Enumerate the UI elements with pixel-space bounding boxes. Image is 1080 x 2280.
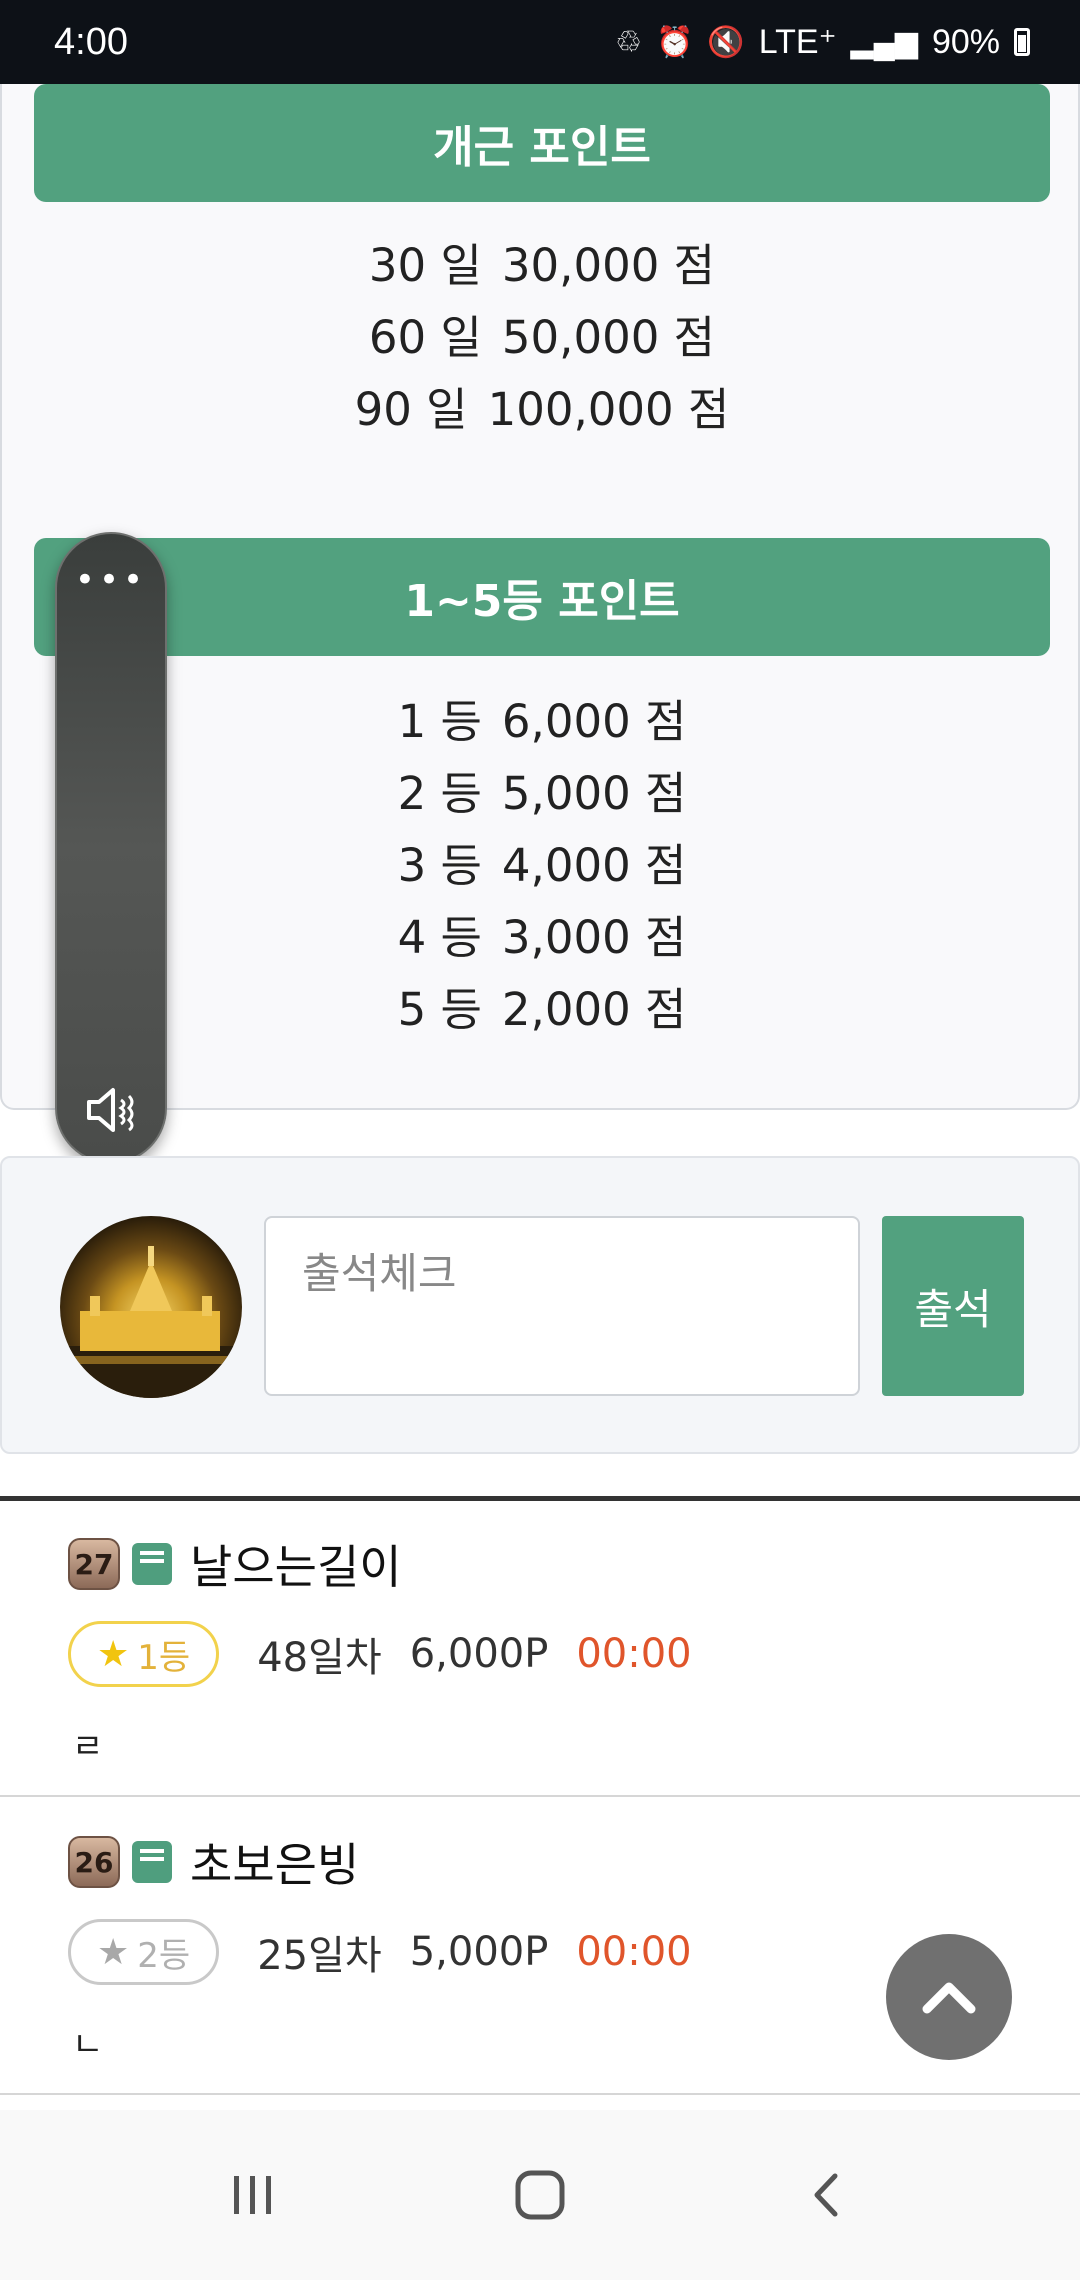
attendance-points-header: 개근 포인트 (34, 84, 1050, 202)
status-bar: 4:00 ♲ ⏰ 🔇 LTE⁺ ▂▄▆ 90% (0, 0, 1080, 84)
rank-label: 1등 (137, 1637, 191, 1678)
back-icon (814, 2173, 838, 2217)
rank-points-header: 1~5등 포인트 (34, 538, 1050, 656)
entry-username[interactable]: 초보은빙 (190, 1829, 359, 1895)
volume-panel[interactable]: ••• (55, 532, 167, 1164)
mute-status-icon: 🔇 (707, 25, 745, 59)
rank-badge: ★ 1등 (68, 1621, 220, 1687)
home-icon (515, 2170, 565, 2220)
star-icon: ★ (97, 1931, 130, 1973)
status-icons: ♲ ⏰ 🔇 LTE⁺ ▂▄▆ 90% (615, 22, 1030, 62)
signal-icon: ▂▄▆ (850, 25, 918, 59)
attendance-points-row: 60 일 50,000 점 (368, 311, 716, 364)
network-label: LTE⁺ (758, 23, 837, 61)
book-icon (132, 1543, 172, 1585)
entry-time: 00:00 (576, 1929, 692, 1975)
rank-badge: ★ 2등 (68, 1919, 220, 1985)
earned-points: 6,000P (409, 1631, 549, 1677)
system-nav-bar (0, 2110, 1080, 2280)
attendance-form: 출석체크 출석 (0, 1156, 1080, 1454)
avatar (60, 1216, 242, 1398)
star-icon: ★ (97, 1633, 130, 1675)
more-options-icon[interactable]: ••• (57, 563, 165, 597)
chevron-up-icon (922, 1982, 976, 2014)
entry-header: 26 초보은빙 (68, 1829, 359, 1895)
scroll-to-top-button[interactable] (886, 1934, 1012, 2060)
book-icon (132, 1841, 172, 1883)
entry-username[interactable]: 날으는길이 (190, 1531, 402, 1597)
earned-points: 5,000P (409, 1929, 549, 1975)
attendance-days: 48일차 (257, 1635, 382, 1681)
level-badge: 27 (68, 1538, 120, 1590)
attendance-points-row: 90 일 100,000 점 (354, 383, 730, 436)
attendance-points-row: 30 일 30,000 점 (368, 239, 716, 292)
battery-icon (1014, 28, 1030, 56)
recent-apps-button[interactable] (208, 2150, 298, 2240)
back-button[interactable] (782, 2150, 872, 2240)
list-item[interactable]: 27 날으는길이 ★ 1등 48일차 6,000P 00:00 ㄹ (0, 1501, 1080, 1797)
entry-time: 00:00 (576, 1631, 692, 1677)
status-time: 4:00 (54, 20, 128, 63)
recycle-icon: ♲ (615, 25, 643, 59)
attendance-input[interactable]: 출석체크 (264, 1216, 860, 1396)
entry-meta: ★ 1등 48일차 6,000P 00:00 (68, 1621, 692, 1687)
attendance-days: 25일차 (257, 1933, 382, 1979)
attendance-points-list: 30 일 30,000 점 60 일 50,000 점 90 일 100,000 점 (2, 230, 1080, 446)
battery-percent: 90% (931, 22, 1000, 61)
entry-comment: ㄴ (72, 2025, 104, 2065)
recent-apps-icon (234, 2176, 272, 2214)
entry-meta: ★ 2등 25일차 5,000P 00:00 (68, 1919, 692, 1985)
home-button[interactable] (495, 2150, 585, 2240)
entry-comment: ㄹ (72, 1727, 104, 1767)
attendance-submit-button[interactable]: 출석 (882, 1216, 1024, 1396)
volume-mute-icon[interactable] (83, 1080, 143, 1140)
entry-header: 27 날으는길이 (68, 1531, 402, 1597)
level-badge: 26 (68, 1836, 120, 1888)
rank-label: 2등 (137, 1935, 191, 1976)
alarm-icon: ⏰ (656, 25, 694, 59)
